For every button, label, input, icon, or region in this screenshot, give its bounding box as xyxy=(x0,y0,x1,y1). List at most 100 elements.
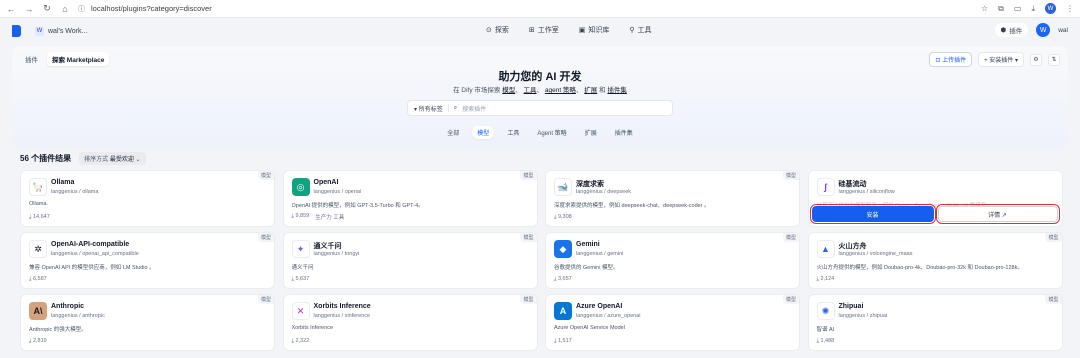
plugin-meta: ⤓ 1,517 xyxy=(554,338,572,345)
sort-dropdown[interactable]: 排序方式 最受欢迎 ⌄ xyxy=(79,152,146,165)
plugin-org: langgenius / zhipuai xyxy=(838,313,888,319)
home-icon[interactable]: ⌂ xyxy=(60,4,70,14)
forward-icon[interactable]: → xyxy=(24,4,34,14)
browser-toolbar: ← → ↻ ⌂ ⓘ localhost/plugins?category=dis… xyxy=(0,0,1080,18)
nav-knowledge[interactable]: ▣ 知识库 xyxy=(579,25,610,35)
sidebar-icon[interactable]: ▭ xyxy=(1014,4,1022,13)
plugin-tabs: 插件 探索 Marketplace xyxy=(20,52,110,66)
plugin-org: langgenius / volcengine_maas xyxy=(838,251,913,257)
info-icon[interactable]: ⓘ xyxy=(78,4,85,14)
plugin-icon: ⬢ xyxy=(1000,27,1007,34)
download-icon[interactable]: ⤓ xyxy=(1031,4,1035,14)
category-tools[interactable]: 工具 xyxy=(502,126,524,139)
nav-studio[interactable]: ⊞ 工作室 xyxy=(529,25,559,35)
plugin-name: Azure OpenAI xyxy=(576,303,623,310)
plugin-icon: ✲ xyxy=(29,240,47,258)
plugin-name: 硅基流动 xyxy=(838,181,867,188)
plugin-icon: ✕ xyxy=(291,302,310,320)
plugin-card[interactable]: 模型 A\ Anthropic langgenius / anthropic Anthr… xyxy=(20,294,275,351)
plugin-card[interactable]: 模型 ▲ 火山方舟 langgenius / volcengine_maas 火山方舟提… xyxy=(807,232,1063,289)
category-all[interactable]: 全部 xyxy=(442,126,464,139)
user-name[interactable]: wal xyxy=(1058,27,1068,34)
plugin-icon: ✺ xyxy=(816,302,835,320)
plugin-card[interactable]: 模型 ◆ Gemini langgenius / gemini 谷歌提供的 Gemini… xyxy=(545,232,800,289)
nav-tools[interactable]: ⚲ 工具 xyxy=(629,25,651,35)
back-icon[interactable]: ← xyxy=(6,4,16,14)
plugin-meta: ⤓ 14,647 xyxy=(29,214,50,221)
plugin-description: Xorbits Inference xyxy=(291,325,334,331)
link-models[interactable]: 模型 xyxy=(502,87,515,94)
plugin-description: 火山方舟提供的模型，例如 Doubao-pro-4k、Doubao-pro-32… xyxy=(816,265,1023,271)
marketplace-hero: 插件 探索 Marketplace ⊡ 上传插件 + 安装插件 ▾ ⚙ ⇅ 助力… xyxy=(12,46,1068,148)
plugin-name: 深度求索 xyxy=(576,181,604,188)
type-badge: 模型 xyxy=(782,295,799,304)
avatar[interactable]: W xyxy=(1036,23,1051,37)
tag-filter[interactable]: ▾ 所有标签 xyxy=(414,104,443,113)
plugin-card[interactable]: 模型 A Azure OpenAI langgenius / azure_openai… xyxy=(545,294,800,351)
plugins-button[interactable]: ⬢ 插件 xyxy=(994,23,1029,37)
plugin-org: langgenius / siliconflow xyxy=(838,189,895,195)
plugin-meta: ⤓ 2,819 xyxy=(29,338,47,345)
link-tools[interactable]: 工具 xyxy=(524,87,537,94)
type-badge: 模型 xyxy=(257,295,274,304)
download-count: ⤓ 2,124 xyxy=(816,276,835,282)
address-bar[interactable]: ⓘ localhost/plugins?category=discover xyxy=(78,4,973,14)
plugin-icon: ◎ xyxy=(291,178,310,196)
plugin-meta: ⤓ 9,308 xyxy=(554,214,572,221)
category-agent[interactable]: Agent 策略 xyxy=(532,126,571,139)
link-extensions[interactable]: 扩展 xyxy=(584,87,597,94)
plugin-description: Ollama. xyxy=(29,201,48,207)
plugin-card[interactable]: 模型 ✲ OpenAI-API-compatible langgenius / ope… xyxy=(20,232,275,289)
plugin-card[interactable]: 模型 ✕ Xorbits Inference langgenius / xinfere… xyxy=(282,294,538,351)
type-badge: 模型 xyxy=(782,171,799,180)
tab-plugins[interactable]: 插件 xyxy=(20,52,43,66)
nav-explore[interactable]: ⊙ 探索 xyxy=(486,25,509,35)
reload-icon[interactable]: ↻ xyxy=(42,3,52,14)
link-bundles[interactable]: 插件集 xyxy=(607,87,627,94)
plugin-card[interactable]: ʃ硅基流动langgenius / siliconflow硅基流动提供的模型服务… xyxy=(807,170,1063,227)
plugin-description: 谷歌提供的 Gemini 模型。 xyxy=(554,265,619,271)
plugin-description: 深度求索提供的模型，例如 deepseek-chat、deepseek-code… xyxy=(554,203,710,209)
bookmark-star-icon[interactable]: ☆ xyxy=(981,4,988,13)
dify-logo[interactable] xyxy=(12,25,21,37)
plugin-org: langgenius / xinference xyxy=(313,313,371,319)
category-extensions[interactable]: 扩展 xyxy=(580,126,602,139)
tab-marketplace[interactable]: 探索 Marketplace xyxy=(47,52,110,66)
extensions-icon[interactable]: ⧉ xyxy=(998,4,1004,14)
browser-profile-avatar[interactable]: W xyxy=(1045,3,1056,14)
plugin-org: langgenius / deepseek xyxy=(576,189,632,195)
category-models[interactable]: 模型 xyxy=(472,126,495,139)
upload-plugin-button[interactable]: ⊡ 上传插件 xyxy=(929,52,973,67)
link-agent[interactable]: agent 策略 xyxy=(545,87,576,94)
plugin-card[interactable]: 模型 🦙 Ollama langgenius / ollama Ollama. ⤓ 14,… xyxy=(20,170,275,227)
plugin-org: langgenius / gemini xyxy=(576,251,624,257)
download-count: ⤓ 3,657 xyxy=(554,276,572,282)
plugin-meta: ⤓ 1,488 xyxy=(817,338,835,345)
plugin-card[interactable]: 模型 ✦ 通义千问 langgenius / tongyi 通义千问 ⤓ 5,637 xyxy=(282,232,538,289)
search-input[interactable]: 搜索插件 xyxy=(462,104,486,113)
plugin-name: Gemini xyxy=(576,241,600,248)
plugin-tags: 生产力 工具 xyxy=(315,215,345,221)
plugin-name: 火山方舟 xyxy=(838,243,867,250)
plugin-card[interactable]: 模型 ✺ Zhipuai langgenius / zhipuai 智谱 AI ⤓ 1,4… xyxy=(807,294,1063,351)
plugin-name: OpenAI xyxy=(313,179,339,186)
plugin-card[interactable]: 模型 🐋 深度求索 langgenius / deepseek 深度求索提供的模型，例如… xyxy=(545,170,800,227)
studio-icon: ⊞ xyxy=(528,27,535,34)
plugin-description: 通义千问 xyxy=(291,265,314,271)
results-bar: 56 个插件结果 排序方式 最受欢迎 ⌄ xyxy=(20,152,146,165)
details-button[interactable]: 详情 ↗ xyxy=(935,204,1060,224)
workspace-name: wal's Work... xyxy=(48,27,88,35)
swap-icon[interactable]: ⇅ xyxy=(1048,53,1060,66)
install-plugin-button[interactable]: + 安装插件 ▾ xyxy=(978,52,1024,67)
plugin-card[interactable]: 模型 ◎ OpenAI langgenius / openai OpenAI 提供的模型… xyxy=(282,170,538,227)
settings-icon[interactable]: ⚙ xyxy=(1030,53,1042,66)
download-count: ⤓ 9,308 xyxy=(554,214,572,220)
category-bundles[interactable]: 插件集 xyxy=(610,126,638,139)
plugin-org: langgenius / openai_api_compatible xyxy=(51,251,139,257)
workspace-switcher[interactable]: W wal's Work... xyxy=(35,26,88,36)
install-button[interactable]: 安装 xyxy=(809,204,936,224)
type-badge: 模型 xyxy=(257,171,274,180)
download-count: ⤓ 2,819 xyxy=(29,338,47,344)
browser-menu-icon[interactable]: ⋮ xyxy=(1066,4,1074,13)
workspace-badge: W xyxy=(35,26,44,36)
